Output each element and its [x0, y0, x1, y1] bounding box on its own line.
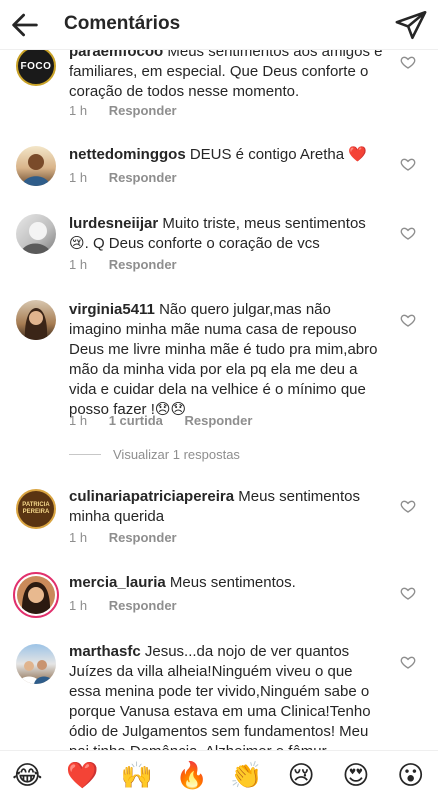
- comment-text: mercia_lauria Meus sentimentos.: [69, 573, 387, 593]
- avatar-photo: [18, 660, 54, 684]
- reply-button[interactable]: Responder: [109, 598, 177, 613]
- comment-time: 1 h: [69, 170, 88, 185]
- comment-meta: 1 h 1 curtida Responder: [69, 413, 252, 428]
- heart-outline-icon[interactable]: [400, 312, 416, 328]
- avatar[interactable]: FOCO: [16, 46, 56, 86]
- crying-face-emoji-button[interactable]: 😢: [281, 761, 321, 791]
- heart-outline-icon[interactable]: [400, 156, 416, 172]
- reply-button[interactable]: Responder: [109, 257, 177, 272]
- comment-body: Não quero julgar,mas não imagino minha m…: [69, 301, 378, 418]
- heart-outline-icon[interactable]: [400, 498, 416, 514]
- comment-meta: 1 h Responder: [69, 598, 177, 613]
- comment-text: nettedominggos DEUS é contigo Aretha ❤️: [69, 145, 387, 165]
- view-replies-button[interactable]: Visualizar 1 respostas: [69, 447, 240, 462]
- avatar-photo: [22, 154, 50, 186]
- comment-meta: 1 h Responder: [69, 530, 177, 545]
- avatar[interactable]: [16, 214, 56, 254]
- comment-username[interactable]: nettedominggos: [69, 146, 186, 163]
- avatar-photo: [24, 308, 48, 340]
- replies-divider: [69, 454, 101, 455]
- comment-username[interactable]: mercia_lauria: [69, 574, 166, 591]
- comment-body: Meus sentimentos.: [169, 574, 296, 591]
- comment-meta: 1 h Responder: [69, 103, 177, 118]
- avatar[interactable]: PATRICIA PEREIRA: [16, 489, 56, 529]
- avatar[interactable]: [16, 300, 56, 340]
- arrow-left-icon[interactable]: [8, 8, 42, 42]
- view-replies-label: Visualizar 1 respostas: [113, 447, 240, 462]
- comment-username[interactable]: marthasfc: [69, 643, 141, 660]
- heart-outline-icon[interactable]: [400, 54, 416, 70]
- avatar-logo-text: FOCO: [20, 60, 52, 72]
- raising-hands-emoji-button[interactable]: 🙌: [117, 761, 157, 791]
- comment-body: DEUS é contigo Aretha ❤️: [189, 146, 367, 163]
- heart-outline-icon[interactable]: [400, 585, 416, 601]
- avatar[interactable]: [16, 146, 56, 186]
- avatar-photo: [17, 576, 55, 614]
- tears-of-joy-emoji-button[interactable]: 😂: [7, 761, 47, 791]
- avatar[interactable]: [16, 644, 56, 684]
- page-title: Comentários: [64, 13, 181, 34]
- top-bar: Comentários: [0, 0, 438, 50]
- heart-eyes-emoji-button[interactable]: 😍: [336, 761, 376, 791]
- heart-outline-icon[interactable]: [400, 654, 416, 670]
- comment-time: 1 h: [69, 257, 88, 272]
- comment-text: virginia5411 Não quero julgar,mas não im…: [69, 300, 387, 420]
- comment-time: 1 h: [69, 530, 88, 545]
- avatar[interactable]: [13, 572, 59, 618]
- comments-list[interactable]: FOCO paraemfocoo Meus sentimentos aos am…: [0, 32, 438, 750]
- reply-button[interactable]: Responder: [109, 170, 177, 185]
- heart-outline-icon[interactable]: [400, 225, 416, 241]
- comment-meta: 1 h Responder: [69, 170, 177, 185]
- comment-username[interactable]: culinariapatriciapereira: [69, 488, 234, 505]
- comment-text: marthasfc Jesus...da nojo de ver quantos…: [69, 642, 387, 750]
- avatar-photo: [20, 222, 52, 254]
- comment-meta: 1 h Responder: [69, 257, 177, 272]
- comment-time: 1 h: [69, 103, 88, 118]
- reply-button[interactable]: Responder: [185, 413, 253, 428]
- comment-time: 1 h: [69, 598, 88, 613]
- avatar-logo-text: PATRICIA PEREIRA: [22, 502, 50, 515]
- likes-count[interactable]: 1 curtida: [109, 413, 163, 428]
- comment-text: lurdesneiijar Muito triste, meus sentime…: [69, 214, 387, 254]
- red-heart-emoji-button[interactable]: ❤️: [62, 761, 102, 791]
- comment-username[interactable]: virginia5411: [69, 301, 155, 318]
- comment-text: culinariapatriciapereira Meus sentimento…: [69, 487, 387, 527]
- comment-username[interactable]: lurdesneiijar: [69, 215, 158, 232]
- reply-button[interactable]: Responder: [109, 103, 177, 118]
- fire-emoji-button[interactable]: 🔥: [172, 761, 212, 791]
- reply-button[interactable]: Responder: [109, 530, 177, 545]
- surprised-face-emoji-button[interactable]: 😮: [391, 761, 431, 791]
- paper-plane-icon[interactable]: [394, 8, 428, 42]
- emoji-reaction-bar: 😂 ❤️ 🙌 🔥 👏 😢 😍 😮: [0, 750, 438, 800]
- comment-time: 1 h: [69, 413, 88, 428]
- comment-text: paraemfocoo Meus sentimentos aos amigos …: [69, 42, 387, 102]
- clapping-hands-emoji-button[interactable]: 👏: [226, 761, 266, 791]
